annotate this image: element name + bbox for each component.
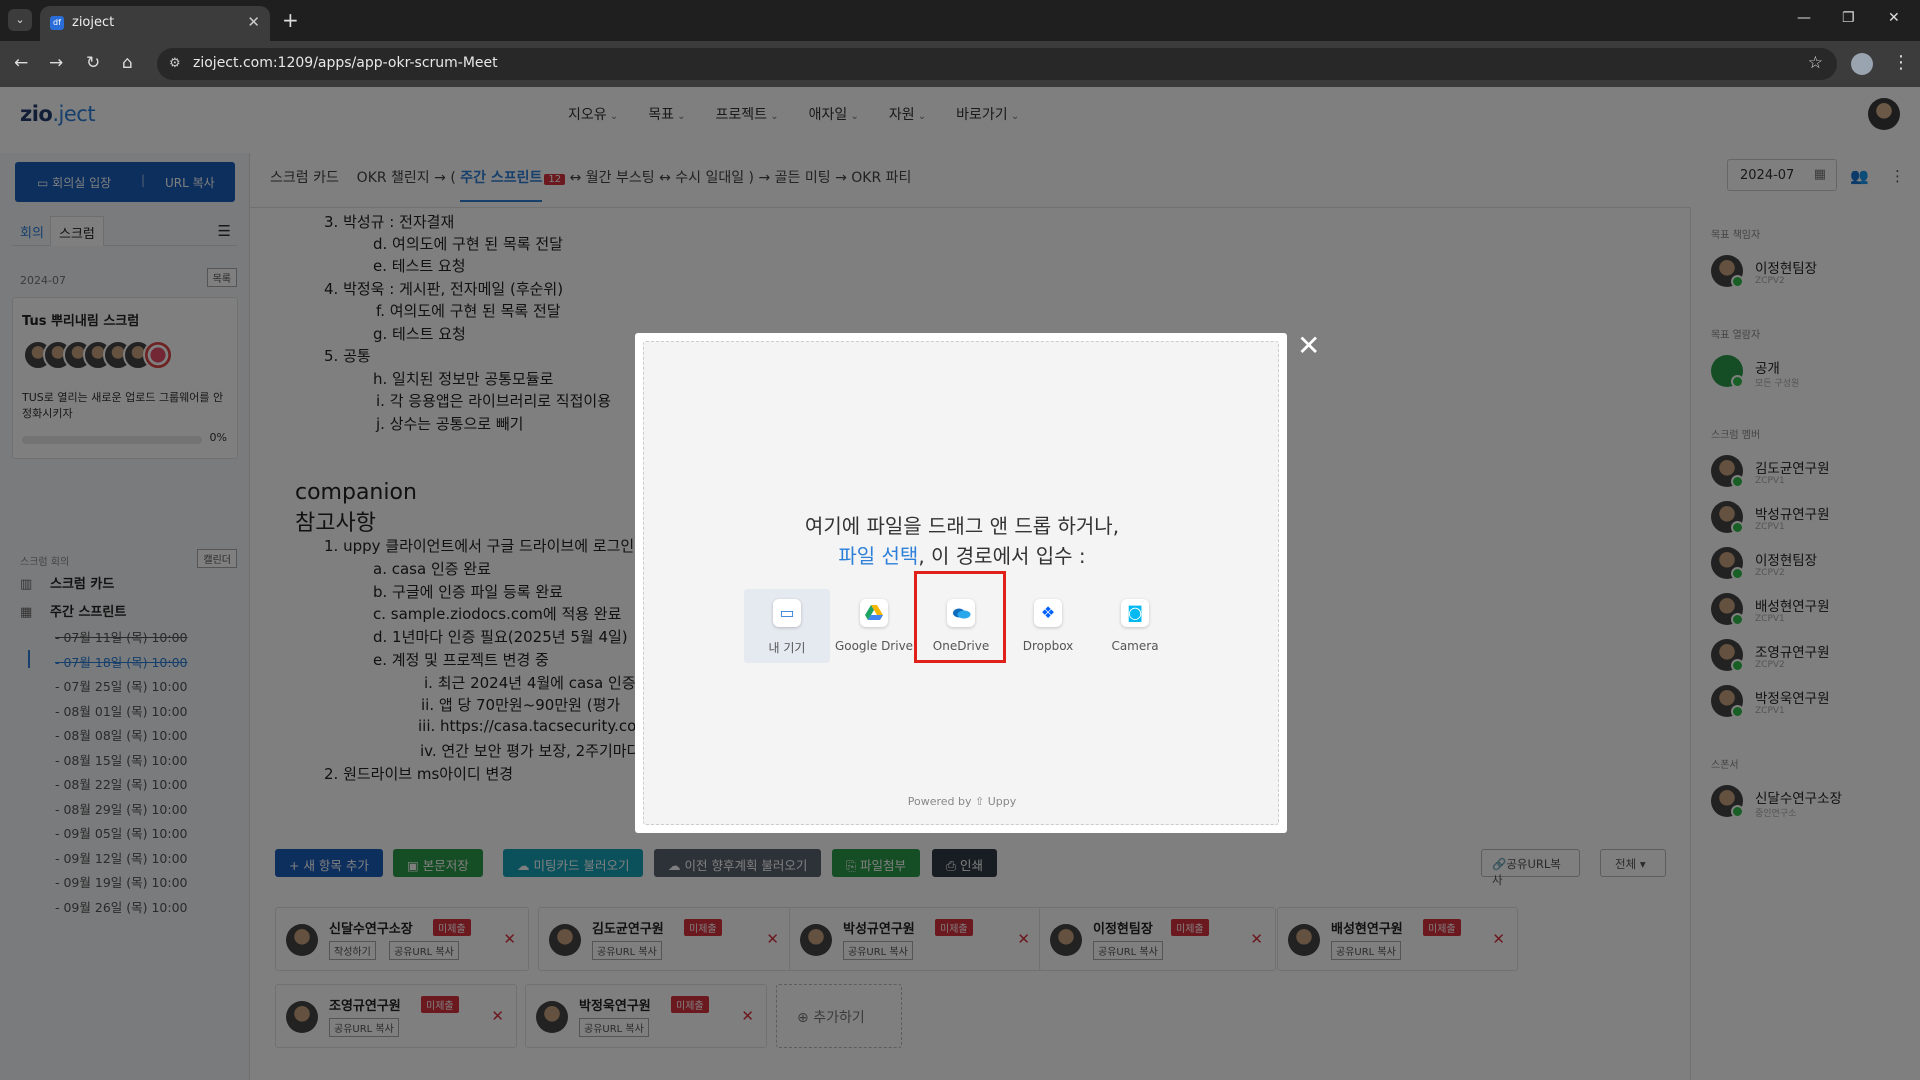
browser-tab[interactable]: df zioject ✕	[40, 6, 270, 41]
browser-menu-icon[interactable]: ⋮	[1892, 52, 1910, 73]
tab-title: zioject	[72, 15, 115, 30]
onedrive-highlight-box	[914, 571, 1006, 663]
source-label: 내 기기	[768, 641, 806, 655]
source-label: Google Drive	[834, 639, 914, 653]
powered-by-uppy[interactable]: Powered by ⇧ Uppy	[644, 795, 1280, 808]
omnibox[interactable]: ⚙ zioject.com:1209/apps/app-okr-scrum-Me…	[157, 48, 1837, 80]
google-drive-icon	[860, 599, 888, 627]
browse-files-link[interactable]: 파일 선택	[838, 544, 918, 568]
camera-icon: ◙	[1121, 599, 1149, 627]
address-bar-row: ← → ↻ ⌂ ⚙ zioject.com:1209/apps/app-okr-…	[0, 41, 1920, 87]
favicon-icon: df	[50, 16, 64, 30]
minimize-button[interactable]: —	[1797, 10, 1811, 26]
tab-close-icon[interactable]: ✕	[247, 13, 260, 31]
tab-list-button[interactable]: ⌄	[8, 9, 32, 31]
bookmark-star-icon[interactable]: ☆	[1808, 53, 1823, 73]
reload-button[interactable]: ↻	[86, 53, 100, 73]
modal-close-icon[interactable]: ✕	[1297, 329, 1320, 362]
source-label: Camera	[1111, 639, 1159, 653]
restore-button[interactable]: ❐	[1842, 10, 1855, 26]
close-window-button[interactable]: ✕	[1888, 10, 1900, 26]
source-dropbox[interactable]: ❖ Dropbox	[1005, 589, 1091, 663]
folder-icon: ▭	[773, 599, 801, 627]
drop-instruction: 여기에 파일을 드래그 앤 드롭 하거나,	[804, 514, 1120, 538]
source-my-device[interactable]: ▭ 내 기기	[744, 589, 830, 663]
source-camera[interactable]: ◙ Camera	[1092, 589, 1178, 663]
forward-button[interactable]: →	[49, 53, 63, 73]
drop-instruction-2: 파일 선택, 이 경로에서 입수 :	[838, 544, 1086, 568]
new-tab-button[interactable]: +	[282, 8, 299, 32]
source-label: Dropbox	[1022, 639, 1074, 653]
home-button[interactable]: ⌂	[122, 53, 133, 73]
browser-tabbar: ⌄ df zioject ✕ + — ❐ ✕	[0, 0, 1920, 41]
url-text[interactable]: zioject.com:1209/apps/app-okr-scrum-Meet	[193, 55, 498, 71]
back-button[interactable]: ←	[14, 53, 28, 73]
site-info-icon[interactable]: ⚙	[169, 56, 181, 71]
source-google-drive[interactable]: Google Drive	[831, 589, 917, 663]
profile-avatar[interactable]	[1851, 53, 1873, 75]
dropbox-icon: ❖	[1034, 599, 1062, 627]
